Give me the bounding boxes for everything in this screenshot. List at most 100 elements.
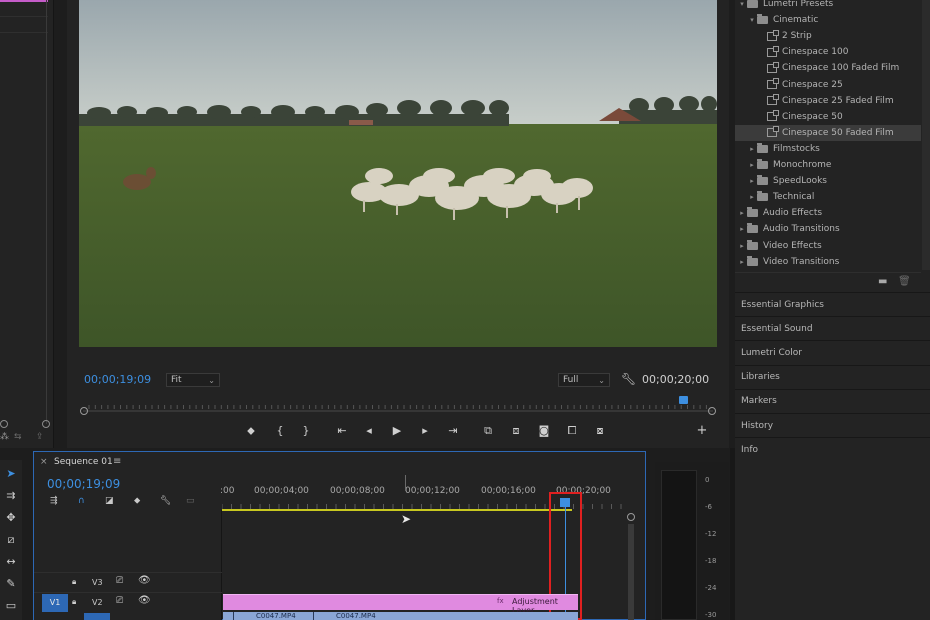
extract-icon[interactable]: ⧈ <box>508 424 524 438</box>
video-clip[interactable]: C0047.MP4 <box>313 612 526 620</box>
chevron-down-icon[interactable]: ▾ <box>747 16 757 24</box>
mark-in-icon[interactable]: { <box>272 424 288 438</box>
insert-icon[interactable]: ⁂ <box>0 432 9 442</box>
new-bin-icon[interactable]: ▬ <box>878 276 887 287</box>
track-name-v2[interactable]: V2 <box>92 598 103 607</box>
meter-bar <box>661 470 697 620</box>
play-icon[interactable]: ▶ <box>389 424 405 438</box>
panel-item[interactable]: Libraries <box>735 364 930 389</box>
step-forward-icon[interactable]: ▸ <box>417 424 433 438</box>
chevron-right-icon[interactable]: ▸ <box>737 209 747 217</box>
resolution-select[interactable]: Full ⌄ <box>558 373 610 387</box>
tree-item[interactable]: 2 Strip <box>735 28 921 44</box>
add-button-icon[interactable]: + <box>694 424 710 438</box>
chevron-right-icon[interactable]: ▸ <box>737 258 747 266</box>
panel-menu-icon[interactable]: ≡ <box>113 456 121 467</box>
pen-tool-icon[interactable]: ✎ <box>3 576 19 592</box>
tree-item[interactable]: Cinespace 50 <box>735 109 921 125</box>
panel-item[interactable]: Info <box>735 437 930 461</box>
playhead-marker[interactable] <box>679 396 689 404</box>
eye-icon[interactable]: 👁︎ <box>138 595 151 606</box>
sync-lock-icon[interactable]: ⎚ <box>116 596 123 606</box>
chevron-right-icon[interactable]: ▸ <box>747 193 757 201</box>
fx-badge: fx <box>497 597 504 605</box>
settings-wrench-icon[interactable]: 🔧︎ <box>160 496 171 506</box>
tree-item[interactable]: ▸ Audio Effects <box>735 205 921 221</box>
tree-item[interactable]: Cinespace 25 Faded Film <box>735 93 921 109</box>
tree-item-label: Cinematic <box>773 15 819 26</box>
timeline-timecode[interactable]: 00;00;19;09 <box>47 477 120 491</box>
tree-item[interactable]: ▸ Filmstocks <box>735 141 921 157</box>
tree-item[interactable]: Cinespace 100 <box>735 44 921 60</box>
add-marker-icon[interactable]: ⬥ <box>243 424 259 438</box>
sequence-tab[interactable]: Sequence 01 <box>54 457 113 467</box>
target-track-v1[interactable] <box>84 613 110 620</box>
slip-tool-icon[interactable]: ↔ <box>3 554 19 570</box>
panel-item[interactable]: Lumetri Color <box>735 340 930 364</box>
adjustment-layer-clip[interactable]: fx Adjustment Layer <box>223 594 578 615</box>
eye-icon[interactable]: 👁︎ <box>138 575 151 586</box>
tree-item[interactable]: Cinespace 100 Faded Film <box>735 60 921 76</box>
comparison-view-icon[interactable]: ⧠ <box>564 424 580 438</box>
zoom-level-select[interactable]: Fit ⌄ <box>166 373 220 387</box>
chevron-down-icon[interactable]: ▾ <box>737 0 747 8</box>
lock-icon[interactable]: 🔒︎ <box>72 597 76 607</box>
scroll-handle-icon[interactable] <box>627 513 635 521</box>
tree-item[interactable]: ▾ Cinematic <box>735 12 921 28</box>
vertical-scrollbar[interactable] <box>628 524 634 620</box>
razor-tool-icon[interactable]: ⧄ <box>3 532 19 548</box>
chevron-right-icon[interactable]: ▸ <box>747 177 757 185</box>
panel-item[interactable]: Essential Sound <box>735 316 930 340</box>
wrench-icon[interactable]: 🔧︎ <box>621 372 636 386</box>
lock-icon[interactable]: 🔒︎ <box>72 577 76 587</box>
scroll-handle-icon[interactable] <box>42 420 50 428</box>
scroll-handle-icon[interactable] <box>0 420 8 428</box>
nest-icon[interactable]: ⇶ <box>50 496 58 506</box>
chevron-right-icon[interactable]: ▸ <box>737 242 747 250</box>
captions-icon[interactable]: ▭ <box>186 496 195 506</box>
rectangle-tool-icon[interactable]: ▭ <box>3 598 19 614</box>
go-to-out-icon[interactable]: ⇥ <box>445 424 461 438</box>
panel-item[interactable]: Markers <box>735 388 930 413</box>
snap-icon[interactable]: ∩ <box>78 496 85 506</box>
tree-item[interactable]: ▸ Audio Transitions <box>735 221 921 237</box>
sync-lock-icon[interactable]: ⎚ <box>116 576 123 586</box>
overwrite-icon[interactable]: ⇆ <box>14 432 22 442</box>
step-back-icon[interactable]: ◂ <box>361 424 377 438</box>
source-patch-v1[interactable]: V1 <box>42 594 68 612</box>
chevron-right-icon[interactable]: ▸ <box>737 225 747 233</box>
chevron-right-icon[interactable]: ▸ <box>747 145 757 153</box>
panel-item[interactable]: Essential Graphics <box>735 292 930 316</box>
panel-item[interactable]: History <box>735 413 930 437</box>
go-to-in-icon[interactable]: ⇤ <box>334 424 350 438</box>
tree-item[interactable]: Cinespace 50 Faded Film <box>735 124 921 141</box>
add-marker-icon[interactable]: ⬥ <box>134 496 140 506</box>
export-frame-icon[interactable]: ⇪ <box>36 432 44 442</box>
tree-item[interactable]: ▸ Video Effects <box>735 238 921 254</box>
trash-icon[interactable]: 🗑︎ <box>898 276 911 287</box>
linked-selection-icon[interactable]: ◪ <box>105 496 114 506</box>
current-timecode[interactable]: 00;00;19;09 <box>84 373 151 386</box>
chevron-right-icon[interactable]: ▸ <box>747 161 757 169</box>
export-frame-icon[interactable]: ◙ <box>536 424 552 438</box>
tree-item[interactable]: ▸ Monochrome <box>735 157 921 173</box>
track-select-icon[interactable]: ⇉ <box>3 488 19 504</box>
proxy-toggle-icon[interactable]: ⧇ <box>592 424 608 438</box>
tree-item[interactable]: ▸ Video Transitions <box>735 254 921 270</box>
tree-item[interactable]: ▸ SpeedLooks <box>735 173 921 189</box>
tree-scrollbar[interactable] <box>922 0 930 270</box>
playback-scrubber[interactable] <box>79 404 717 415</box>
tree-item[interactable]: Cinespace 25 <box>735 77 921 93</box>
tree-item[interactable]: ▾ Lumetri Presets <box>735 0 921 12</box>
source-panel-edge: ⁂ ⇆ ⇪ <box>0 0 54 448</box>
tree-item[interactable]: ▸ Technical <box>735 189 921 205</box>
lift-icon[interactable]: ⧉ <box>480 424 496 438</box>
close-tab-icon[interactable]: × <box>40 457 48 467</box>
ripple-edit-icon[interactable]: ✥ <box>3 510 19 526</box>
tree-item-label: 2 Strip <box>782 31 812 42</box>
folder-icon <box>747 207 758 218</box>
mark-out-icon[interactable]: } <box>298 424 314 438</box>
video-clip[interactable]: C0047.MP4 <box>233 612 313 620</box>
track-name-v3[interactable]: V3 <box>92 578 103 587</box>
selection-tool-icon[interactable]: ➤ <box>3 466 19 482</box>
